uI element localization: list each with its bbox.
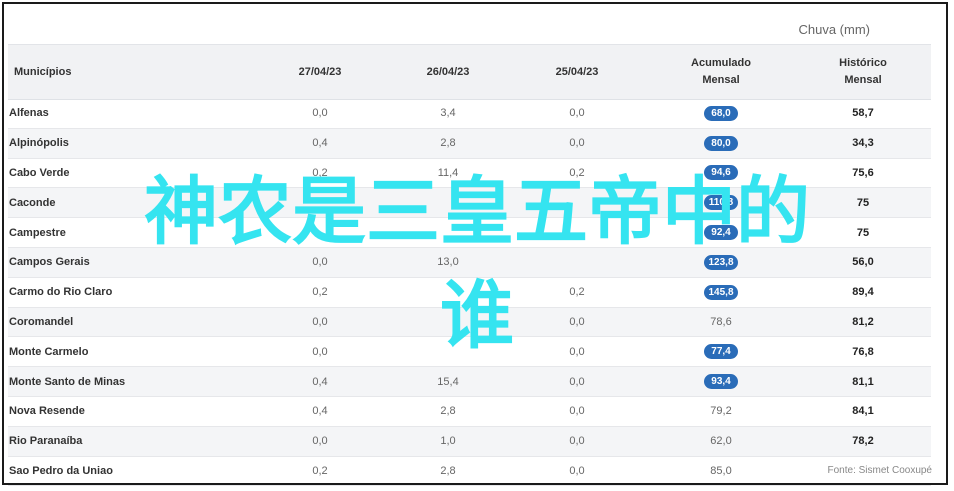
- header-historico-line2: Mensal: [844, 74, 882, 86]
- table-row: Monte Santo de Minas 0,4 15,4 0,0 93,4 81,1: [8, 367, 931, 397]
- source-note: Fonte: Sismet Cooxupé: [827, 465, 933, 476]
- cell-hist: 58,7: [852, 107, 874, 120]
- cell-d3: 0,0: [569, 405, 585, 418]
- cell-d3: 0,0: [569, 375, 585, 388]
- acumulado-badge: 68,0: [704, 105, 738, 121]
- header-acumulado-line2: Mensal: [702, 74, 740, 86]
- cell-name: Rio Paranaíba: [9, 435, 83, 448]
- cell-acumulado: 80,0: [666, 129, 776, 158]
- header-date-3: 25/04/23: [555, 65, 599, 78]
- cell-hist: 34,3: [852, 137, 874, 150]
- table-row: Alfenas 0,0 3,4 0,0 68,0 58,7: [8, 99, 931, 129]
- cell-acumulado: 79,2: [666, 397, 776, 426]
- cell-d1: 0,0: [312, 435, 328, 448]
- cell-acumulado: 93,4: [666, 367, 776, 396]
- cell-name: Monte Santo de Minas: [9, 375, 126, 388]
- cell-d2: 2,8: [440, 405, 456, 418]
- cell-hist: 81,1: [852, 375, 874, 388]
- unit-title: Chuva (mm): [798, 22, 870, 37]
- header-historico: Histórico Mensal: [808, 45, 918, 99]
- cell-acumulado: 68,0: [666, 99, 776, 128]
- cell-d2: 1,0: [440, 435, 456, 448]
- table-row: Nova Resende 0,4 2,8 0,0 79,2 84,1: [8, 397, 931, 427]
- overlay-caption: 神农是三皇五帝中的 谁: [0, 160, 954, 368]
- table-row: Sao Pedro da Uniao 0,2 2,8 0,0 85,0: [8, 457, 931, 487]
- cell-d2: 2,8: [440, 464, 456, 477]
- header-acumulado: Acumulado Mensal: [666, 45, 776, 99]
- cell-d1: 0,0: [312, 107, 328, 120]
- cell-d3: 0,0: [569, 137, 585, 150]
- overlay-line-2: 谁: [440, 273, 514, 359]
- cell-acumulado: 85,0: [666, 457, 776, 486]
- cell-hist: 78,2: [852, 435, 874, 448]
- cell-d2: 2,8: [440, 137, 456, 150]
- table-row: Alpinópolis 0,4 2,8 0,0 80,0 34,3: [8, 128, 931, 159]
- cell-d3: 0,0: [569, 464, 585, 477]
- cell-d1: 0,4: [312, 137, 328, 150]
- cell-name: Alfenas: [9, 107, 49, 120]
- header-municipios: Municípios: [14, 65, 72, 78]
- cell-acumulado: 62,0: [666, 427, 776, 456]
- table-header: Municípios 27/04/23 26/04/23 25/04/23 Ac…: [8, 44, 931, 100]
- acumulado-value: 85,0: [710, 464, 732, 477]
- cell-d1: 0,2: [312, 464, 328, 477]
- cell-d3: 0,0: [569, 107, 585, 120]
- overlay-line-1: 神农是三皇五帝中的: [144, 169, 810, 255]
- header-date-2: 26/04/23: [426, 65, 470, 78]
- header-date-1: 27/04/23: [298, 65, 342, 78]
- acumulado-badge: 80,0: [704, 135, 738, 151]
- header-acumulado-line1: Acumulado: [691, 57, 751, 69]
- acumulado-value: 62,0: [710, 435, 732, 448]
- cell-hist: 84,1: [852, 405, 874, 418]
- cell-d3: 0,0: [569, 435, 585, 448]
- header-historico-line1: Histórico: [839, 57, 887, 69]
- table-row: Rio Paranaíba 0,0 1,0 0,0 62,0 78,2: [8, 426, 931, 457]
- cell-name: Sao Pedro da Uniao: [9, 464, 113, 477]
- cell-name: Nova Resende: [9, 405, 85, 418]
- acumulado-value: 79,2: [710, 405, 732, 418]
- cell-d1: 0,4: [312, 375, 328, 388]
- cell-d2: 15,4: [437, 375, 459, 388]
- cell-d2: 3,4: [440, 107, 456, 120]
- cell-d1: 0,4: [312, 405, 328, 418]
- cell-name: Alpinópolis: [9, 137, 69, 150]
- acumulado-badge: 93,4: [704, 374, 738, 390]
